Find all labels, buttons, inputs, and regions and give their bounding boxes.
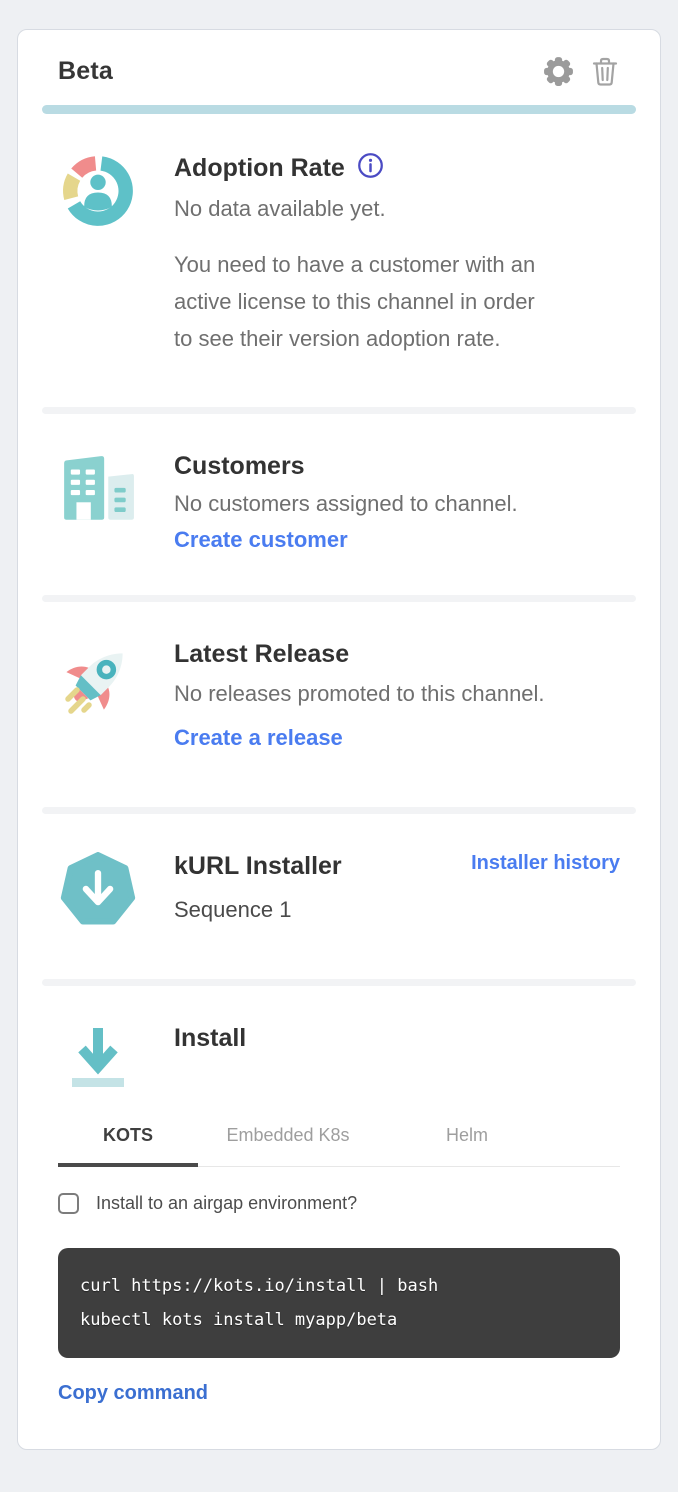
installer-sequence: Sequence 1 xyxy=(174,897,620,923)
kurl-heptagon-download-icon xyxy=(60,852,136,933)
rocket-icon xyxy=(56,640,140,729)
adoption-rate-status: No data available yet. xyxy=(174,196,620,222)
adoption-rate-title: Adoption Rate xyxy=(174,154,345,183)
section-kurl-installer: kURL Installer Installer history Sequenc… xyxy=(42,814,636,979)
header-actions xyxy=(542,55,620,88)
section-divider xyxy=(42,807,636,814)
tab-embedded-k8s[interactable]: Embedded K8s xyxy=(198,1125,378,1166)
airgap-label: Install to an airgap environment? xyxy=(96,1193,357,1214)
channel-accent-bar xyxy=(42,105,636,114)
buildings-icon xyxy=(59,452,137,535)
section-customers: Customers No customers assigned to chann… xyxy=(42,414,636,595)
section-latest-release: Latest Release No releases promoted to t… xyxy=(42,602,636,807)
tab-helm[interactable]: Helm xyxy=(378,1125,556,1166)
create-customer-link[interactable]: Create customer xyxy=(174,527,348,553)
adoption-rate-description: You need to have a customer with an acti… xyxy=(174,246,552,357)
settings-button[interactable] xyxy=(542,55,575,88)
create-release-link[interactable]: Create a release xyxy=(174,725,343,751)
gear-icon xyxy=(542,76,575,91)
latest-release-title: Latest Release xyxy=(174,640,620,669)
copy-command-link[interactable]: Copy command xyxy=(58,1382,208,1405)
airgap-option-row: Install to an airgap environment? xyxy=(58,1193,620,1214)
section-divider xyxy=(42,595,636,602)
section-divider xyxy=(42,407,636,414)
section-adoption-rate: Adoption Rate No data available yet. You… xyxy=(42,114,636,407)
download-arrow-icon xyxy=(63,1024,133,1097)
channel-card: Beta xyxy=(17,29,661,1450)
install-tabs: KOTS Embedded K8s Helm xyxy=(58,1125,620,1167)
customers-title: Customers xyxy=(174,452,620,481)
card-header: Beta xyxy=(42,30,636,105)
tab-kots[interactable]: KOTS xyxy=(58,1125,198,1167)
code-line-2: kubectl kots install myapp/beta xyxy=(80,1303,598,1337)
channel-title: Beta xyxy=(58,57,542,86)
section-install: Install KOTS Embedded K8s Helm Install t… xyxy=(42,986,636,1405)
customers-status: No customers assigned to channel. xyxy=(174,491,620,517)
latest-release-status: No releases promoted to this channel. xyxy=(174,681,620,707)
trash-icon xyxy=(590,76,620,91)
installer-history-link[interactable]: Installer history xyxy=(471,852,620,875)
install-title: Install xyxy=(174,1024,620,1053)
adoption-donut-icon xyxy=(59,152,137,235)
section-divider xyxy=(42,979,636,986)
code-line-1: curl https://kots.io/install | bash xyxy=(80,1269,598,1303)
install-command-code-block: curl https://kots.io/install | bashkubec… xyxy=(58,1248,620,1358)
airgap-checkbox[interactable] xyxy=(58,1193,79,1214)
delete-button[interactable] xyxy=(590,55,620,88)
kurl-installer-title: kURL Installer xyxy=(174,852,471,881)
info-icon[interactable] xyxy=(357,152,384,184)
